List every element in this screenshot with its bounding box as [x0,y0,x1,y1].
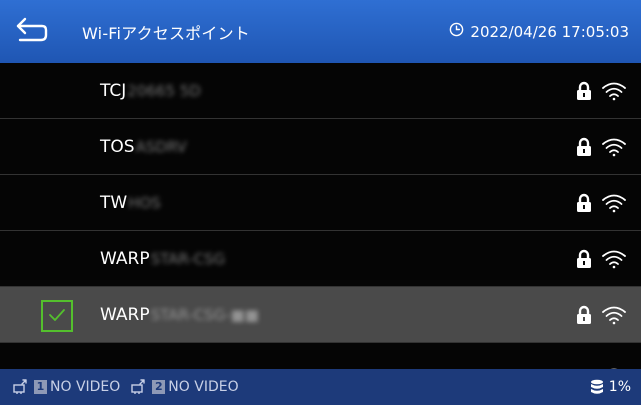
network-row[interactable]: TCJ 20665 5D [0,63,641,119]
page-title: Wi-Fiアクセスポイント [82,23,250,43]
ssid-label: WARP STAR-CSG-■■ [100,305,259,325]
network-row-partial[interactable] [0,343,641,369]
datetime-text: 2022/04/26 17:05:03 [470,22,629,41]
storage-icon [590,379,604,395]
ssid-label: TOS ASDRV [100,137,187,157]
ssid-prefix: TW [100,192,128,213]
ssid-redacted: ASDRV [135,137,187,156]
ssid-label: WARP STAR-CSG [100,249,225,269]
ssid-prefix: TCJ [100,80,127,101]
wifi-icon [601,137,627,157]
back-button[interactable] [0,0,64,63]
ssid-redacted: 20665 5D [127,81,201,100]
lock-icon [576,137,592,157]
video-status-2: 2 NO VIDEO [131,379,239,395]
header-bar: Wi-Fiアクセスポイント 2022/04/26 17:05:03 [0,0,641,63]
ssid-redacted: STAR-CSG [150,249,226,268]
checkmark-icon [48,307,66,326]
network-status-icons [576,305,627,325]
ssid-prefix: WARP [100,304,150,325]
video-channel-number: 2 [152,380,166,394]
lock-icon [576,193,592,213]
clock-icon [449,22,464,41]
ssid-prefix: TOS [100,136,135,157]
storage-percent: 1% [608,379,631,395]
lock-icon [576,81,592,101]
video-status-1: 1 NO VIDEO [13,379,120,395]
network-status-icons [576,81,627,101]
back-arrow-icon [14,15,50,49]
camera-icon [131,379,149,395]
lock-icon [576,249,592,269]
storage-indicator: 1% [590,369,631,405]
ssid-redacted: HOS [128,193,161,212]
ssid-label: TCJ 20665 5D [100,81,201,101]
network-status-icons [576,249,627,269]
wifi-icon [601,249,627,269]
ssid-label: TW HOS [100,193,161,213]
video-status-text: NO VIDEO [168,379,239,395]
status-bar: 1 NO VIDEO 2 NO VIDEO 1% [0,369,641,405]
ssid-redacted: STAR-CSG-■■ [150,305,259,324]
selected-checkbox[interactable] [41,300,73,332]
datetime-display: 2022/04/26 17:05:03 [449,0,629,63]
wifi-icon [601,305,627,325]
lock-icon [576,305,592,325]
network-row[interactable]: WARP STAR-CSG [0,231,641,287]
video-status-text: NO VIDEO [50,379,121,395]
wifi-icon [601,193,627,213]
ssid-prefix: WARP [100,248,150,269]
video-channel-number: 1 [34,380,47,394]
network-status-icons [576,193,627,213]
network-row[interactable]: TOS ASDRV [0,119,641,175]
network-list[interactable]: TCJ 20665 5D TOS ASDRV TW HOS WARP STAR-CSG [0,63,641,369]
wifi-icon [601,81,627,101]
camera-icon [13,379,31,395]
network-row[interactable]: TW HOS [0,175,641,231]
network-row-selected[interactable]: WARP STAR-CSG-■■ [0,287,641,343]
network-status-icons [576,137,627,157]
